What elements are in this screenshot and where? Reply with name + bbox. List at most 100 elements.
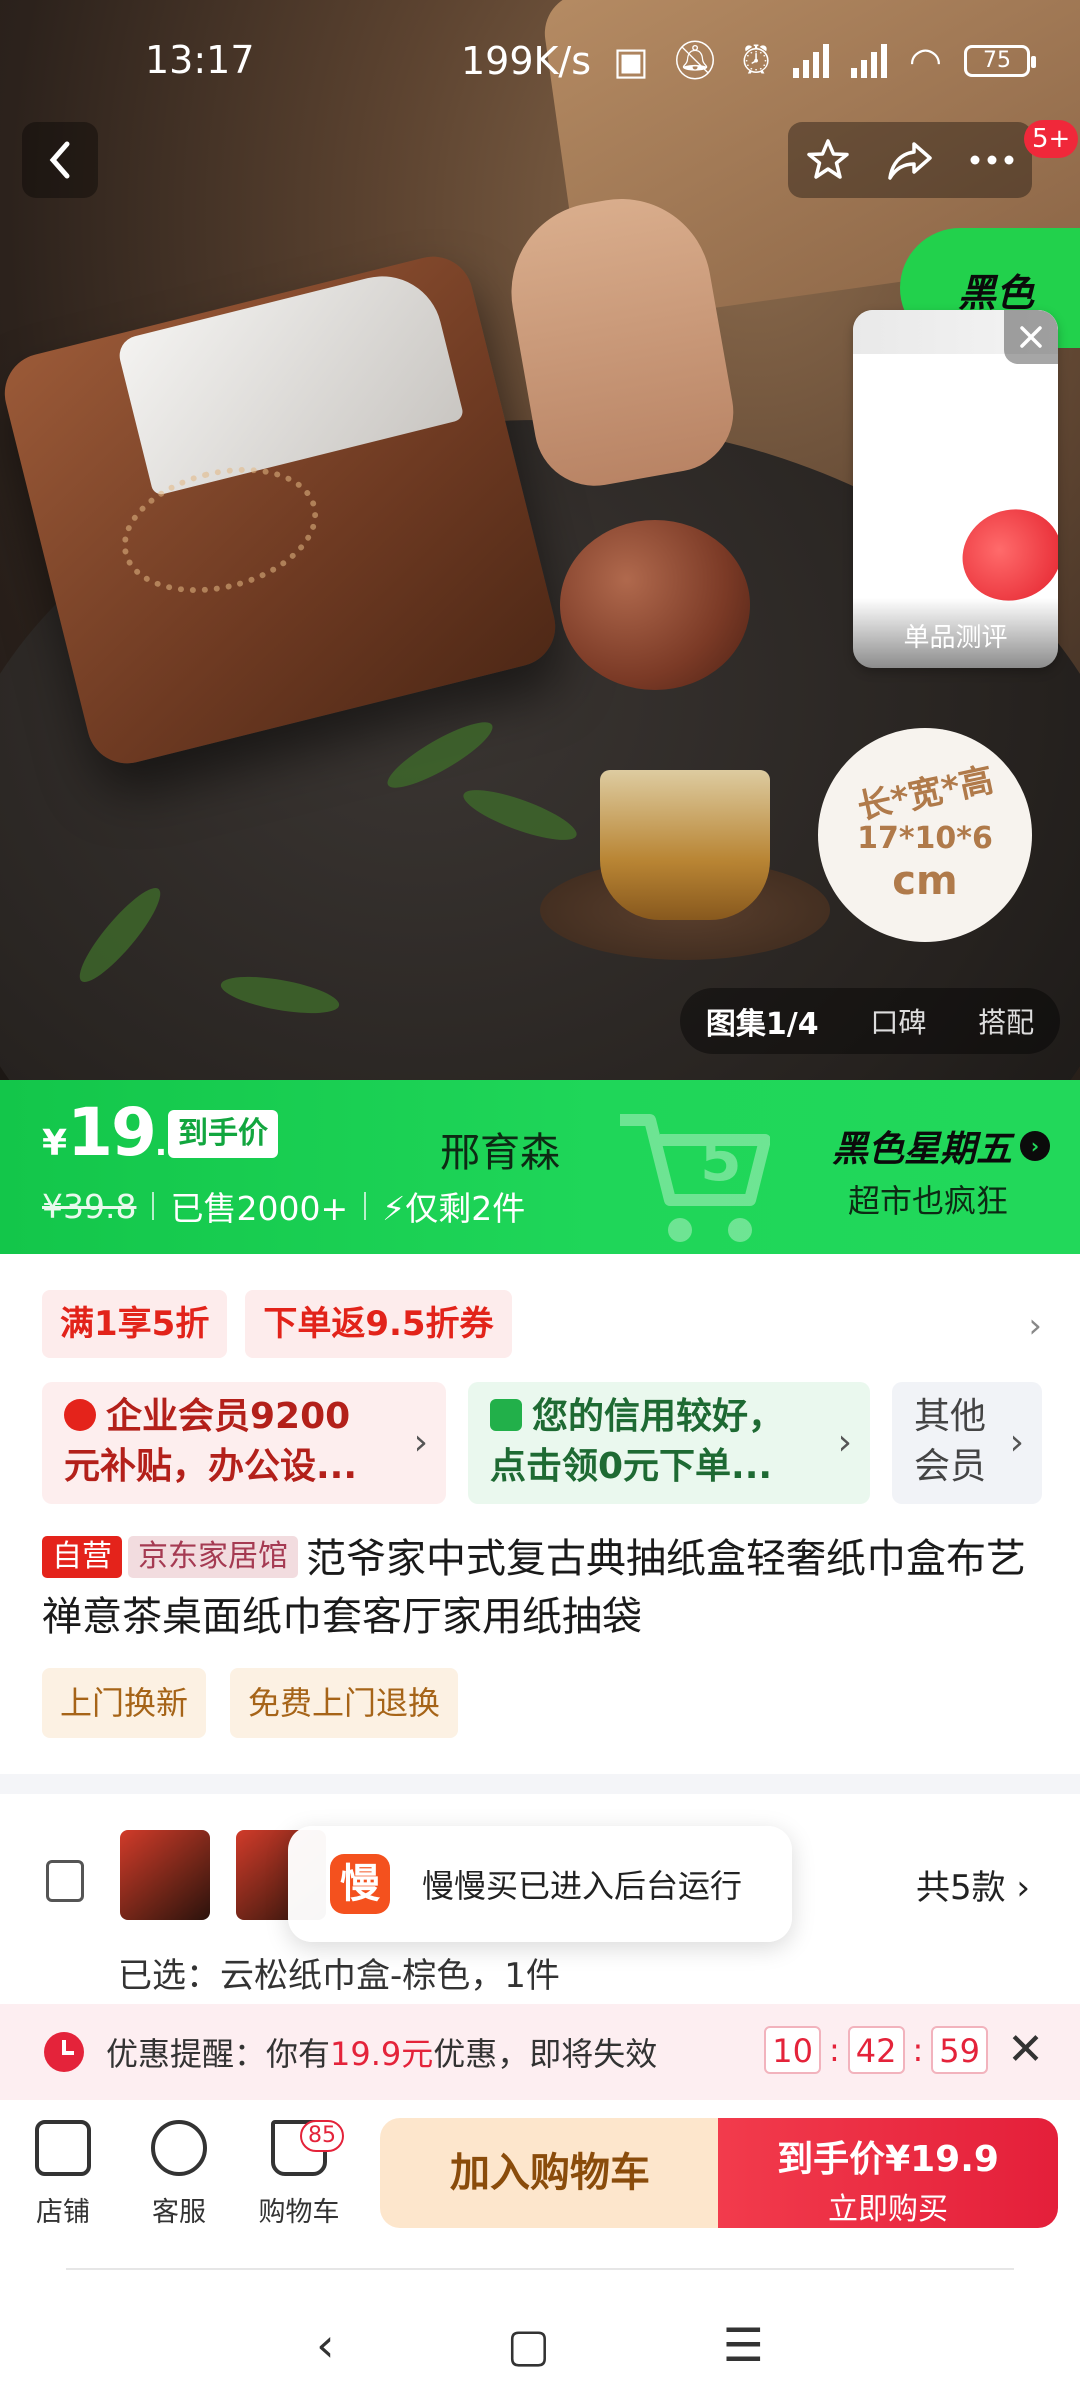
- share-icon[interactable]: [886, 138, 934, 182]
- shopping-bag-icon: [490, 1399, 522, 1431]
- cart-decoration-icon: 5: [620, 1114, 770, 1242]
- reminder-amount: 19.9元: [330, 2035, 434, 2073]
- stock-text: 仅剩2件: [405, 1189, 526, 1228]
- nav-home-icon[interactable]: ▢: [507, 2318, 550, 2372]
- store-icon: [35, 2120, 91, 2176]
- other-member-line1: 其他: [914, 1396, 987, 1437]
- sold-count: 已售2000+: [170, 1189, 349, 1228]
- close-reminder-button[interactable]: ✕: [1007, 2024, 1044, 2075]
- review-video-card[interactable]: 单品测评: [853, 310, 1058, 668]
- cart-label: 购物车: [258, 2197, 340, 2228]
- chevron-right-icon: ›: [413, 1422, 428, 1463]
- stock-info: ⚡︎仅剩2件: [382, 1182, 525, 1230]
- other-member-line2: 会员: [914, 1446, 987, 1487]
- coupon-row[interactable]: 满1享5折 下单返9.5折券 ›: [42, 1290, 1042, 1358]
- store-button[interactable]: 店铺: [8, 2120, 118, 2229]
- price-currency: ¥: [42, 1123, 68, 1164]
- buy-price-label: 到手价¥19.9: [777, 2139, 999, 2180]
- star-icon[interactable]: [805, 137, 851, 183]
- price-integer: 19: [67, 1094, 157, 1171]
- tab-gallery[interactable]: 图集1/4: [706, 999, 819, 1043]
- add-to-cart-button[interactable]: 加入购物车: [380, 2118, 720, 2228]
- mute-icon: 🔕︎: [670, 38, 720, 82]
- credit-card-offer[interactable]: 您的信用较好， 点击领0元下单... ›: [468, 1382, 870, 1504]
- coupon-discount[interactable]: 满1享5折: [42, 1290, 228, 1358]
- enterprise-member-line1: 企业会员9200: [64, 1392, 426, 1442]
- dimension-label: 长*宽*高: [854, 760, 998, 828]
- store-label: 店铺: [36, 2197, 90, 2228]
- variant-thumbnail[interactable]: [120, 1830, 210, 1920]
- chevron-right-icon: ›: [1028, 1306, 1042, 1346]
- other-member-card[interactable]: 其他 会员 ›: [892, 1382, 1042, 1504]
- service-tag-return[interactable]: 免费上门退换: [230, 1668, 459, 1738]
- message-badge: 5+: [1024, 120, 1079, 158]
- megaphone-icon: [949, 495, 1058, 615]
- status-icons: 199K/s ▣ 🔕︎ ⏰︎ ◠ 75: [460, 38, 1036, 83]
- app-icon: 慢: [330, 1854, 390, 1914]
- variant-count: 共5款 ›: [915, 1868, 1030, 1908]
- dimension-unit: cm: [892, 858, 958, 904]
- seller-name: 邢育森: [440, 1130, 560, 1176]
- price-banner: 5 ¥ 19 .9 到手价 ¥39.8 已售2000+ ⚡︎仅剩2件 邢育森 黑…: [0, 1080, 1080, 1254]
- svg-text:5: 5: [700, 1125, 742, 1195]
- enterprise-member-line1-text: 企业会员9200: [106, 1396, 351, 1437]
- video-label: 单品测评: [853, 598, 1058, 668]
- promo-subtitle: 超市也疯狂: [847, 1182, 1008, 1220]
- hero-tea-cup: [600, 770, 770, 920]
- top-toolbar: [788, 122, 1032, 198]
- promo-title[interactable]: 黑色星期五 ›: [832, 1120, 1050, 1172]
- close-icon: [1020, 326, 1042, 348]
- chevron-right-icon: ›: [1009, 1422, 1024, 1463]
- video-close-button[interactable]: [1004, 310, 1058, 364]
- chevron-right-icon: ›: [1020, 1131, 1050, 1161]
- original-price: ¥39.8: [42, 1186, 137, 1226]
- reminder-prefix: 优惠提醒：你有: [106, 2035, 331, 2073]
- tab-reviews[interactable]: 口碑: [870, 1001, 926, 1041]
- member-benefits: 企业会员9200 元补贴，办公设... › 您的信用较好， 点击领0元下单...…: [42, 1382, 1042, 1504]
- divider: [152, 1192, 155, 1220]
- section-divider: [0, 1774, 1080, 1794]
- divider: [364, 1192, 367, 1220]
- back-button[interactable]: [22, 122, 98, 198]
- hero-teapot: [560, 520, 750, 690]
- selected-variant[interactable]: 已选：云松纸巾盒-棕色，1件: [118, 1948, 560, 1997]
- credit-offer-line2: 点击领0元下单...: [490, 1446, 773, 1487]
- battery-icon: 75: [964, 44, 1036, 77]
- checklist-icon: [46, 1860, 84, 1902]
- price-meta: ¥39.8 已售2000+ ⚡︎仅剩2件: [42, 1182, 525, 1230]
- clock-icon: [44, 2032, 84, 2072]
- more-icon[interactable]: [969, 154, 1015, 166]
- status-time: 13:17: [145, 38, 255, 82]
- tab-match[interactable]: 搭配: [978, 1001, 1034, 1041]
- toast-notification: 慢 慢慢买已进入后台运行: [288, 1826, 792, 1942]
- alarm-icon: ⏰︎: [741, 38, 771, 82]
- coupon-rebate[interactable]: 下单返9.5折券: [245, 1290, 512, 1358]
- net-speed: 199K/s: [460, 38, 592, 83]
- final-price-tag: 到手价: [168, 1110, 278, 1158]
- nav-back-icon[interactable]: ‹: [316, 2318, 334, 2372]
- dimension-value: 17*10*6: [857, 821, 993, 856]
- countdown-hours: 10: [764, 2026, 821, 2074]
- signal-icon: [792, 43, 829, 78]
- service-tag-replace[interactable]: 上门换新: [42, 1668, 207, 1738]
- store-tag[interactable]: 京东家居馆: [128, 1536, 298, 1578]
- discount-reminder: 优惠提醒：你有19.9元优惠，即将失效 10: 42: 59 ✕: [0, 2004, 1080, 2100]
- bottom-action-bar: 店铺 客服 购物车 85 加入购物车 到手价¥19.9 立即购买: [0, 2100, 1080, 2256]
- user-icon: [64, 1399, 96, 1431]
- enterprise-member-card[interactable]: 企业会员9200 元补贴，办公设... ›: [42, 1382, 446, 1504]
- smile-icon: [151, 2120, 207, 2176]
- wifi-icon: ◠: [908, 38, 942, 83]
- chevron-left-icon: [49, 141, 70, 179]
- chevron-right-icon: ›: [837, 1422, 852, 1463]
- customer-service-button[interactable]: 客服: [124, 2120, 234, 2229]
- signal-icon: [850, 43, 887, 78]
- buy-now-button[interactable]: 到手价¥19.9 立即购买: [718, 2118, 1058, 2228]
- nav-menu-icon[interactable]: ☰: [723, 2318, 764, 2372]
- service-tags: 上门换新 免费上门退换: [42, 1668, 459, 1738]
- credit-offer-line1-text: 您的信用较好，: [532, 1396, 785, 1437]
- gallery-tabs: 图集1/4 口碑 搭配: [680, 988, 1060, 1054]
- toast-text: 慢慢买已进入后台运行: [422, 1867, 743, 1905]
- dimension-badge: 长*宽*高 17*10*6 cm: [818, 728, 1032, 942]
- countdown-timer: 10: 42: 59: [764, 2026, 988, 2074]
- customer-service-label: 客服: [152, 2197, 206, 2228]
